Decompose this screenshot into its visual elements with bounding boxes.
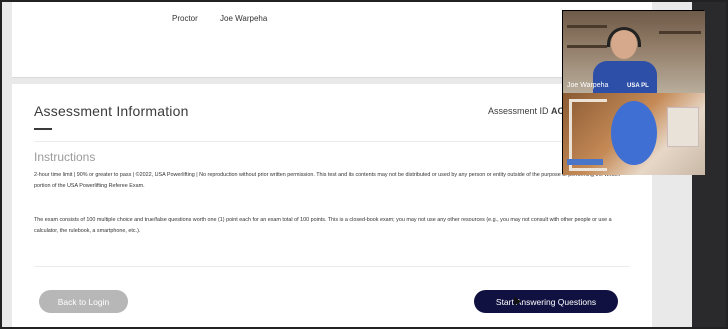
divider bbox=[34, 266, 630, 267]
assessment-title: Assessment Information bbox=[34, 103, 189, 119]
blue-patch bbox=[567, 159, 603, 165]
proctor-card: Proctor Joe Warpeha bbox=[12, 2, 652, 78]
instructions-paragraph-1: 2-hour time limit | 90% or greater to pa… bbox=[34, 172, 621, 189]
divider bbox=[34, 141, 630, 142]
instructions-heading: Instructions bbox=[34, 150, 96, 164]
shelf bbox=[567, 45, 607, 48]
title-underline bbox=[34, 128, 52, 130]
assessment-id-label: Assessment ID bbox=[488, 106, 549, 116]
video-call-panel[interactable]: USA PL Joe Warpeha bbox=[562, 10, 705, 175]
assessment-card: Assessment Information Assessment ID AC … bbox=[12, 84, 652, 327]
video-tile-self[interactable] bbox=[563, 93, 705, 175]
assessment-id: Assessment ID AC bbox=[488, 106, 564, 116]
back-to-login-button[interactable]: Back to Login bbox=[39, 290, 128, 313]
wall-poster bbox=[667, 107, 699, 147]
proctor-label: Proctor bbox=[172, 14, 198, 23]
shelf bbox=[659, 31, 701, 34]
video-tile-proctor[interactable]: USA PL Joe Warpeha bbox=[563, 11, 705, 93]
start-answering-button[interactable]: Start Answering Questions bbox=[474, 290, 618, 313]
instructions-paragraph-2: The exam consists of 100 multiple choice… bbox=[34, 217, 612, 234]
proctor-name: Joe Warpeha bbox=[220, 14, 268, 23]
video-participant-name: Joe Warpeha bbox=[567, 82, 609, 89]
shirt-text: USA PL bbox=[627, 83, 649, 89]
face-blur-overlay bbox=[611, 101, 657, 165]
shelf bbox=[567, 25, 607, 28]
headset-icon bbox=[607, 27, 641, 47]
